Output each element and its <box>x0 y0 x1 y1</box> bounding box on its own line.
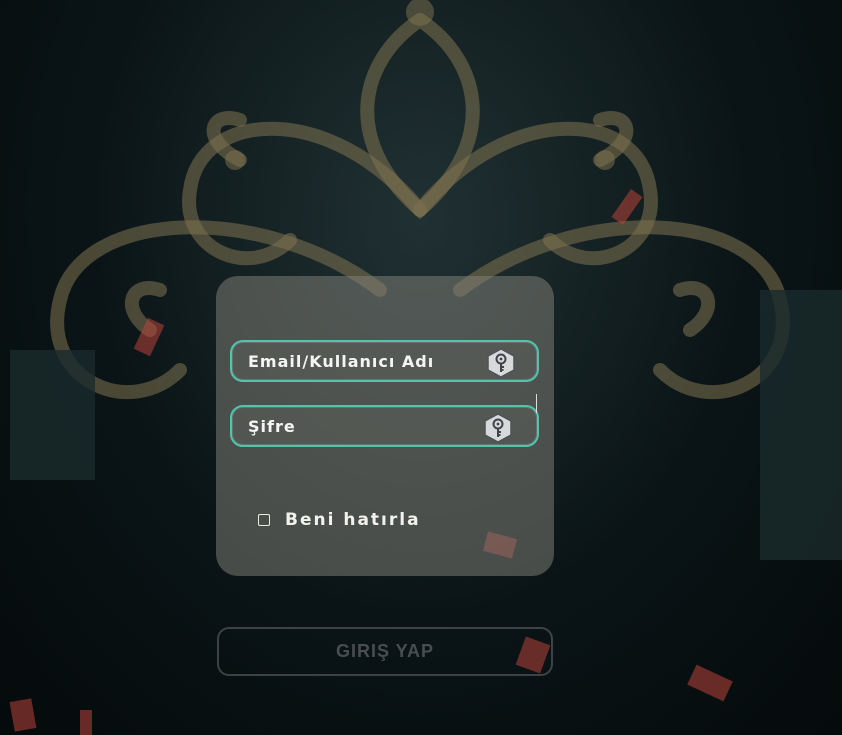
password-input[interactable] <box>248 407 478 445</box>
key-hexagon-icon <box>484 413 512 443</box>
username-input[interactable] <box>248 342 478 380</box>
key-hexagon-icon <box>487 348 515 378</box>
remember-checkbox[interactable] <box>258 514 270 526</box>
username-field[interactable] <box>230 340 539 382</box>
text-cursor <box>536 394 537 413</box>
login-button-label: GIRIŞ YAP <box>335 641 435 661</box>
login-button[interactable]: GIRIŞ YAP <box>217 627 553 676</box>
remember-me[interactable]: Beni hatırla <box>258 508 421 532</box>
remember-label: Beni hatırla <box>285 510 421 530</box>
password-field[interactable] <box>230 405 539 447</box>
